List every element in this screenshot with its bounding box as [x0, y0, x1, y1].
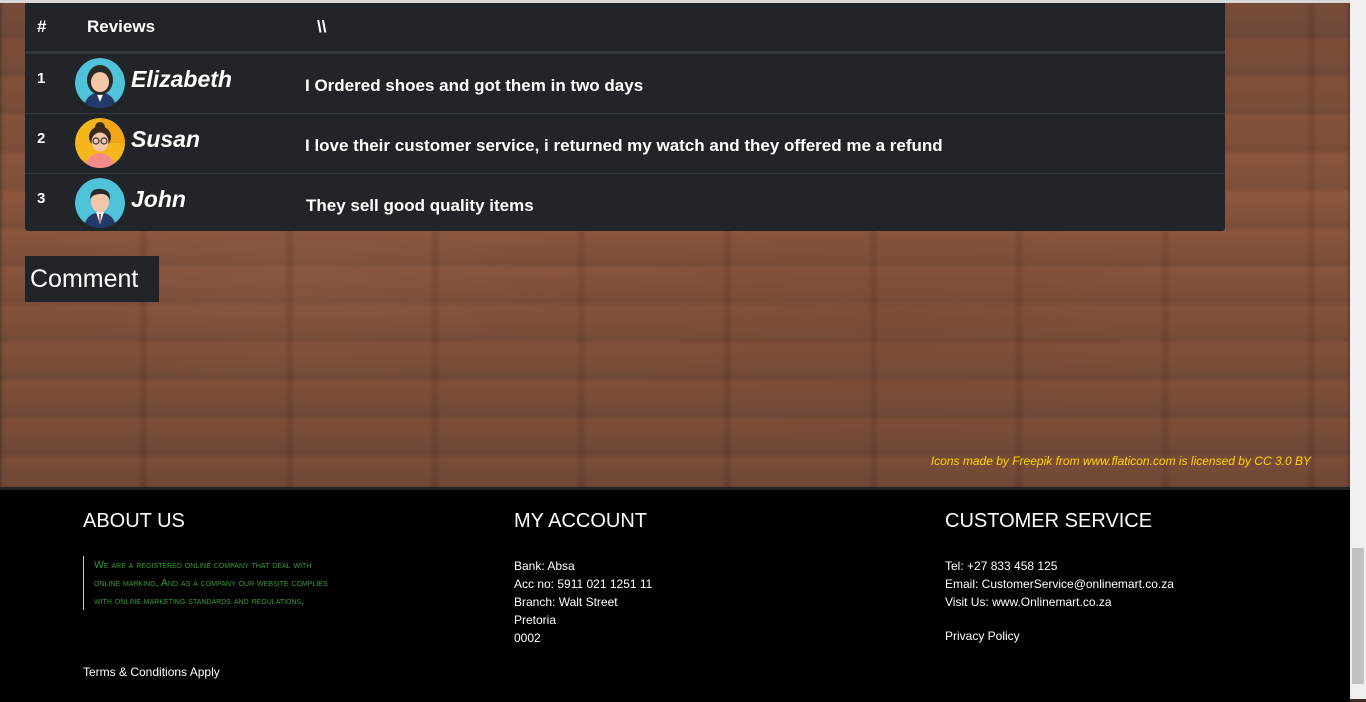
header-num: # — [37, 17, 47, 36]
avatar-woman-icon — [75, 58, 125, 108]
review-text: I Ordered shoes and got them in two days — [305, 76, 644, 95]
table-row: 3 John They sell good quality items — [25, 173, 1225, 234]
table-row: 2 Susan I love their customer service, i… — [25, 113, 1225, 174]
footer: ABOUT US We are a registered online comp… — [0, 487, 1350, 702]
table-header: # Reviews \\ — [25, 3, 1225, 53]
comment-button-label: Comment — [30, 265, 139, 293]
reviewer-name: Elizabeth — [131, 66, 232, 92]
comment-button[interactable]: Comment — [25, 256, 159, 302]
contact-details: Tel: +27 833 458 125 Email: CustomerServ… — [945, 557, 1174, 611]
contact-tel: Tel: +27 833 458 125 — [945, 559, 1058, 573]
header-extra: \\ — [317, 17, 327, 36]
privacy-policy-link[interactable]: Privacy Policy — [945, 629, 1020, 643]
account-number: Acc no: 5911 021 1251 11 — [514, 577, 653, 591]
terms-link[interactable]: Terms & Conditions Apply — [83, 665, 220, 679]
scrollbar-thumb[interactable] — [1352, 548, 1364, 684]
header-reviews: Reviews — [87, 17, 156, 36]
account-bank: Bank: Absa — [514, 559, 575, 573]
row-number: 2 — [37, 130, 46, 147]
my-account-title: MY ACCOUNT — [514, 510, 647, 532]
account-details: Bank: Absa Acc no: 5911 021 1251 11 Bran… — [514, 557, 652, 647]
reviews-table: # Reviews \\ 1 Elizabeth I Ordered shoes… — [25, 3, 1225, 231]
reviewer-name: Susan — [131, 126, 201, 152]
row-number: 3 — [37, 190, 46, 207]
contact-email[interactable]: Email: CustomerService@onlinemart.co.za — [945, 575, 1174, 593]
avatar-woman-glasses-icon — [75, 118, 125, 168]
review-text: They sell good quality items — [306, 196, 534, 215]
account-branch: Branch: Walt Street — [514, 595, 618, 609]
about-us-text: We are a registered online company that … — [83, 556, 329, 610]
account-city: Pretoria — [514, 613, 557, 627]
reviewer-name: John — [131, 186, 186, 212]
vertical-scrollbar[interactable] — [1350, 0, 1366, 699]
table-row: 1 Elizabeth I Ordered shoes and got them… — [25, 53, 1225, 114]
icon-credits: Icons made by Freepik from www.flaticon.… — [930, 454, 1311, 468]
about-us-title: ABOUT US — [83, 510, 185, 532]
avatar-man-icon — [75, 178, 125, 228]
contact-website[interactable]: Visit Us: www.Onlinemart.co.za — [945, 593, 1174, 611]
review-text: I love their customer service, i returne… — [305, 136, 943, 155]
account-code: 0002 — [514, 631, 541, 645]
customer-service-title: CUSTOMER SERVICE — [945, 510, 1153, 532]
row-number: 1 — [37, 70, 46, 87]
